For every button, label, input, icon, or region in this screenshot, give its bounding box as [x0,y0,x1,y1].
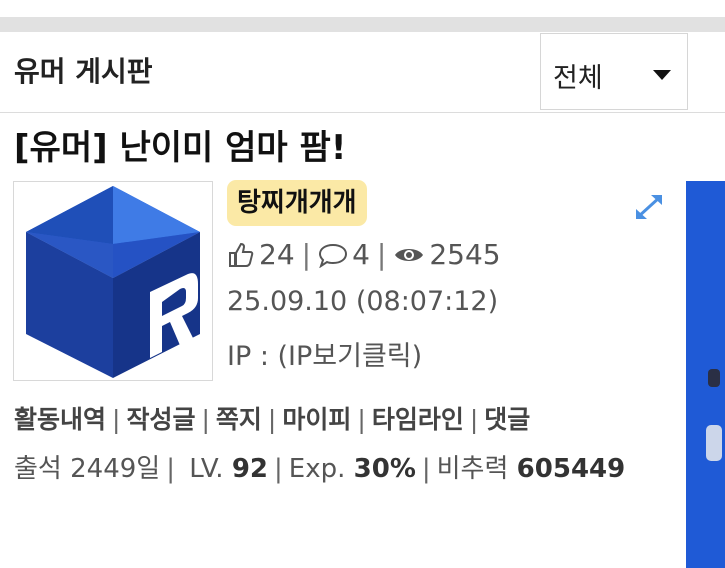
info-separator: | [421,454,431,484]
post-date: 25.09.10 (08:07:12) [227,286,499,317]
post-title: [유머] 난이미 엄마 팜! [14,128,347,168]
side-ad-banner[interactable] [686,181,725,568]
power-label: 비추력 [436,454,509,484]
banner-graphic [706,425,722,461]
exp-label: Exp. [288,454,346,484]
stats-separator: | [301,238,312,271]
top-bar [0,0,725,32]
like-count: 24 [259,238,295,271]
comment-count: 4 [352,238,370,271]
author-nickname-badge[interactable]: 탕찌개개개 [227,180,367,226]
eye-icon [395,248,424,261]
link-posts[interactable]: 작성글 [126,405,195,434]
link-separator: | [469,405,479,434]
ip-view-link[interactable]: IP : (IP보기클릭) [227,334,422,373]
info-separator: | [166,454,175,484]
comment-icon [319,243,348,268]
avatar[interactable] [13,181,213,381]
avatar-logo-icon [26,186,200,378]
link-comments[interactable]: 댓글 [484,405,530,434]
link-mypi[interactable]: 마이피 [282,405,351,434]
thumbs-up-icon[interactable] [227,241,255,269]
link-separator: | [201,405,210,434]
link-message[interactable]: 쪽지 [216,405,262,434]
profile-info: 출석 2449일 | LV. 92 | Exp. 30% | 비추력 605449 [14,448,625,485]
link-separator: | [357,405,366,434]
category-filter-select[interactable]: 전체 [540,33,688,110]
board-header: 유머 게시판 전체 [0,32,725,113]
link-timeline[interactable]: 타임라인 [372,405,464,434]
level-value: 92 [231,454,269,484]
filter-selected-value: 전체 [553,63,603,94]
top-divider-band [0,17,725,32]
link-separator: | [267,405,277,434]
power-value: 605449 [516,454,626,484]
level-label: LV. [189,454,224,484]
banner-graphic [708,369,720,387]
attendance-count: 출석 2449일 [14,454,161,484]
exp-value: 30% [353,454,416,484]
view-count: 2545 [429,238,501,271]
stats-separator: | [376,238,387,271]
board-title[interactable]: 유머 게시판 [14,50,153,90]
link-activity[interactable]: 활동내역 [14,405,106,434]
link-separator: | [112,405,121,434]
expand-icon[interactable] [633,192,665,222]
profile-links: 활동내역 | 작성글 | 쪽지 | 마이피 | 타임라인 | 댓글 [14,400,530,436]
caret-down-icon [653,70,671,80]
info-separator: | [274,454,283,484]
post-stats: 24 | 4 | 2545 [227,238,501,271]
